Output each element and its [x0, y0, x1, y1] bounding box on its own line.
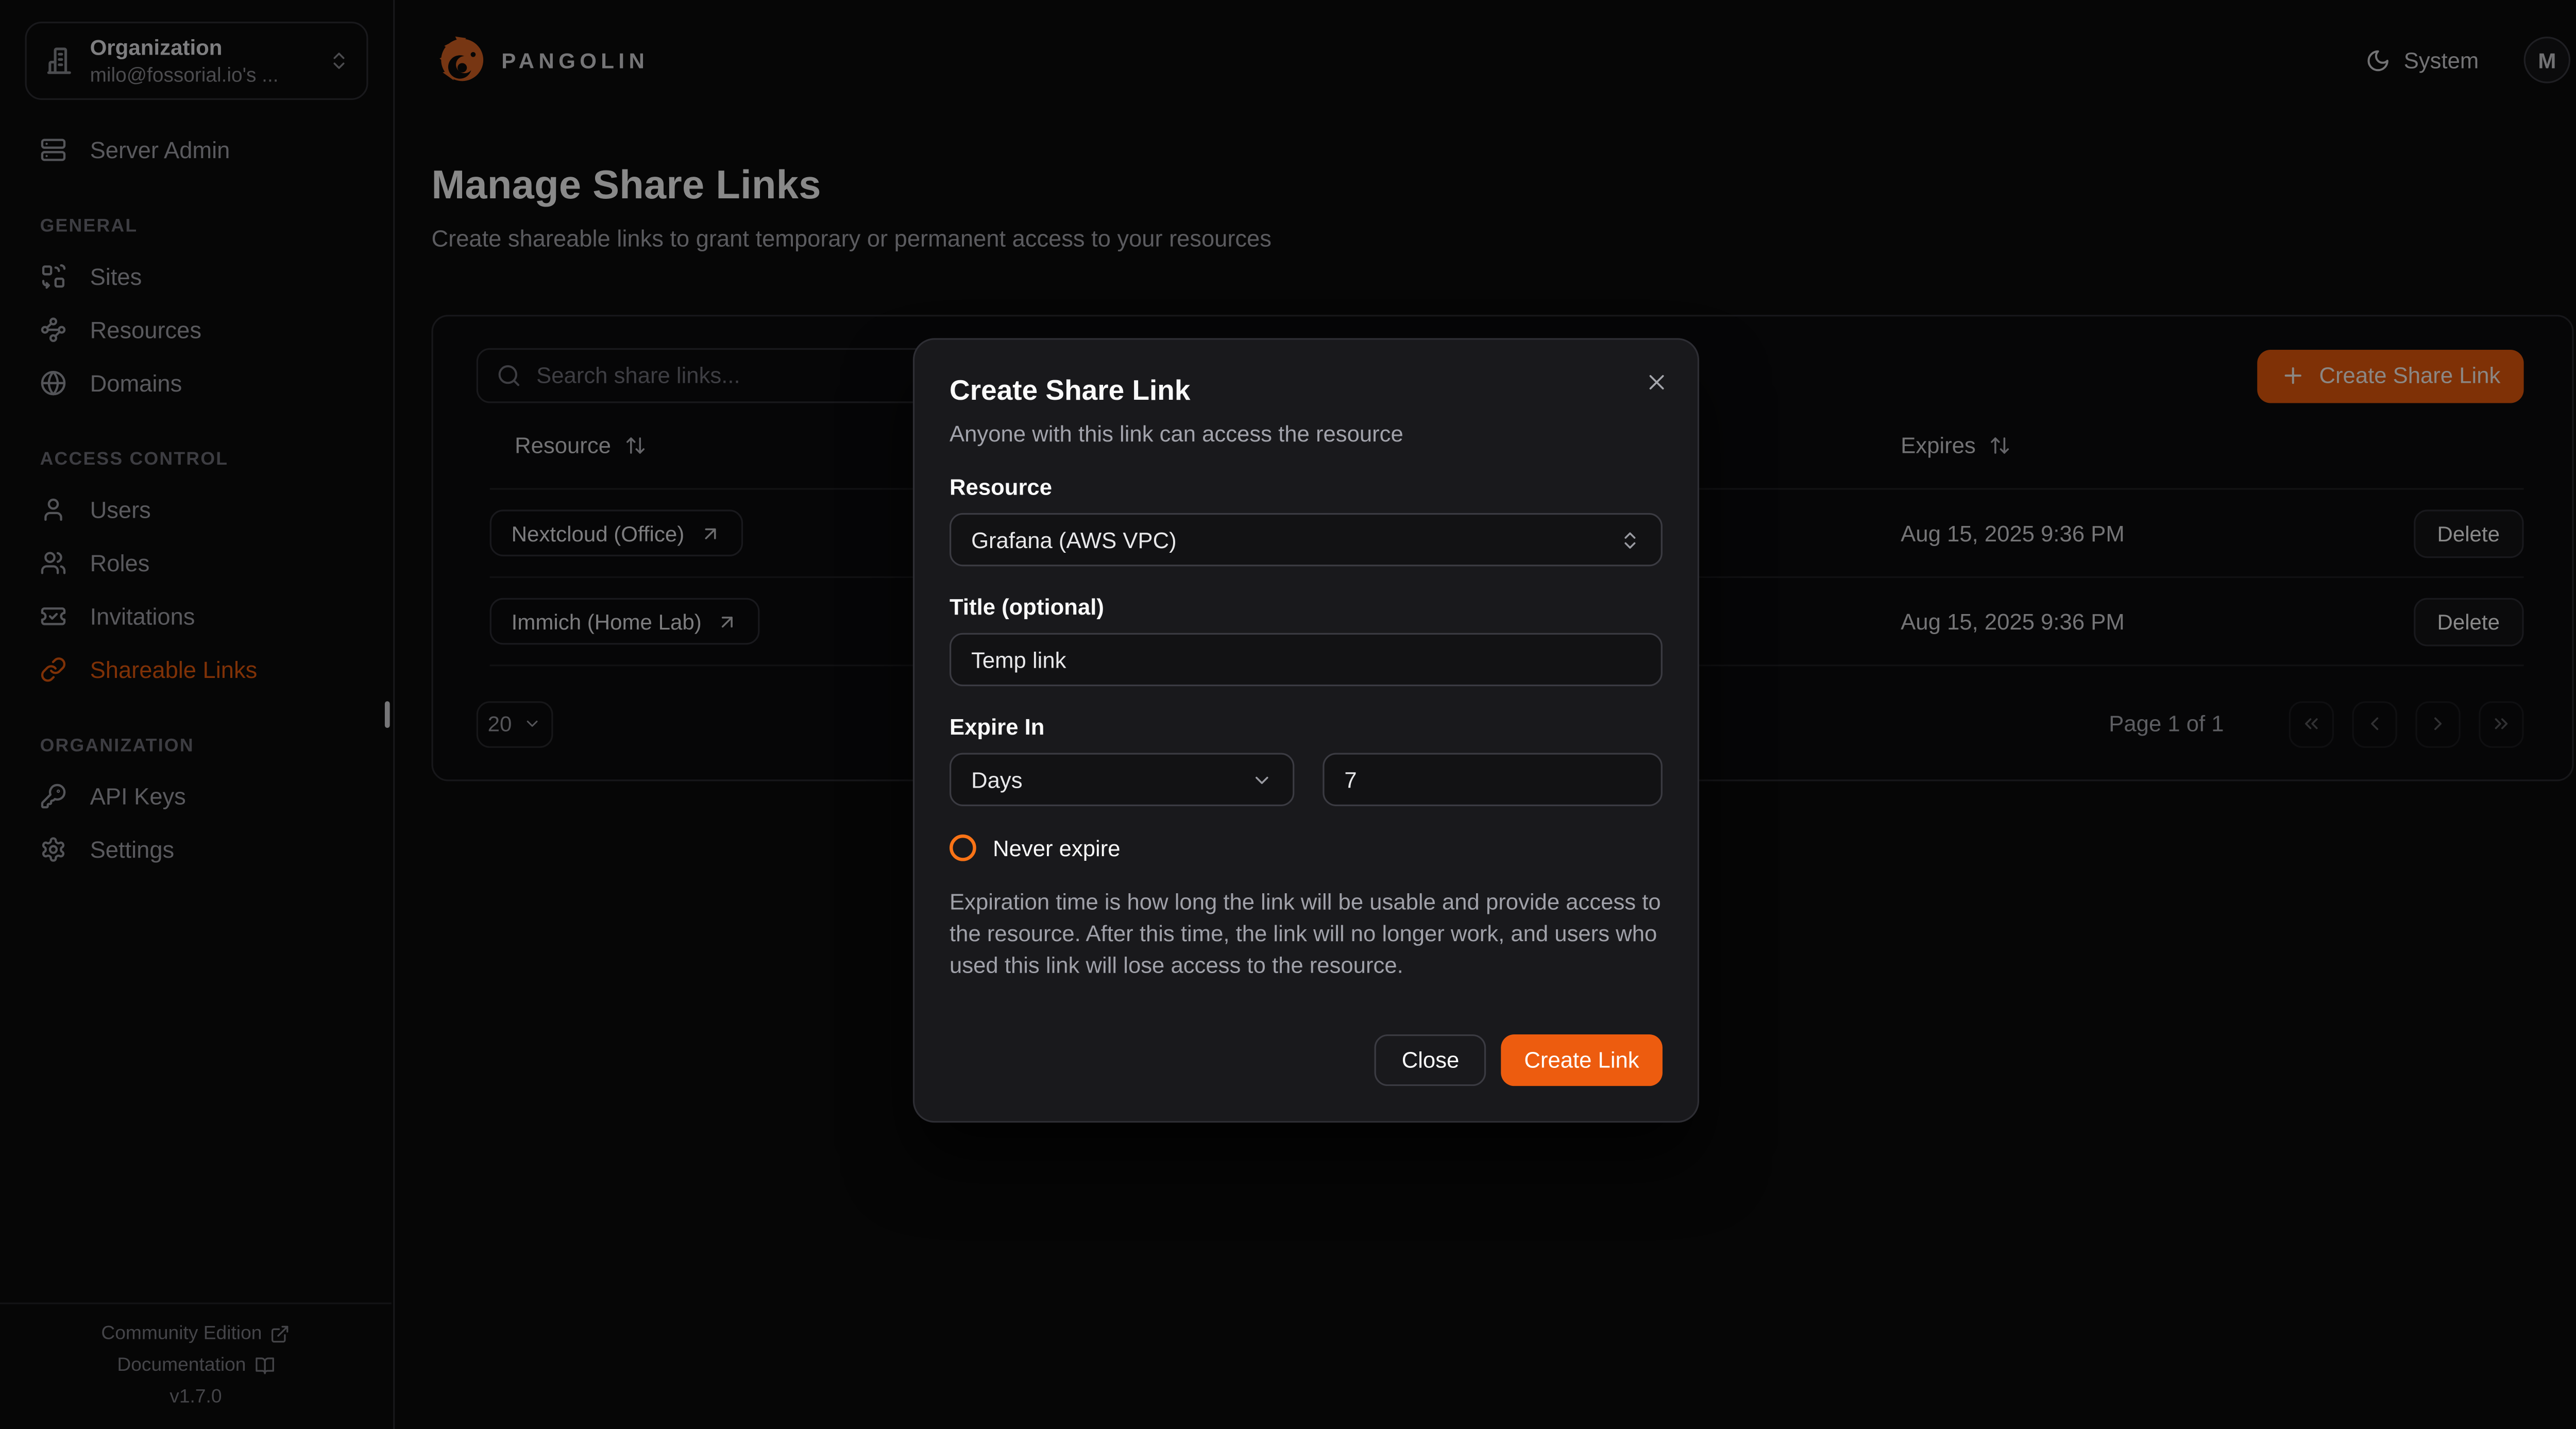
expire-unit-value: Days — [971, 767, 1022, 792]
title-label: Title (optional) — [950, 594, 1663, 620]
expire-value-wrap — [1323, 753, 1663, 806]
never-expire-label: Never expire — [993, 836, 1120, 861]
chevron-down-icon — [1251, 769, 1273, 790]
expiration-description: Expiration time is how long the link wil… — [950, 886, 1663, 982]
modal-subtitle: Anyone with this link can access the res… — [950, 421, 1663, 447]
chevrons-up-down-icon — [1619, 529, 1641, 551]
never-expire-checkbox[interactable] — [950, 835, 976, 861]
expire-value-input[interactable] — [1344, 767, 1641, 792]
close-icon[interactable] — [1639, 365, 1673, 398]
title-input[interactable] — [971, 647, 1641, 672]
modal-title: Create Share Link — [950, 375, 1663, 409]
resource-select-value: Grafana (AWS VPC) — [971, 527, 1177, 552]
expire-unit-select[interactable]: Days — [950, 753, 1294, 806]
app-root: Organization milo@fossorial.io's ... Ser… — [0, 0, 2576, 1429]
create-share-link-modal: Create Share Link Anyone with this link … — [913, 338, 1699, 1123]
never-expire-row[interactable]: Never expire — [950, 835, 1663, 861]
expire-in-label: Expire In — [950, 715, 1663, 740]
close-button[interactable]: Close — [1375, 1035, 1486, 1086]
resource-select[interactable]: Grafana (AWS VPC) — [950, 513, 1663, 566]
title-field-wrap — [950, 633, 1663, 686]
create-link-button[interactable]: Create Link — [1501, 1035, 1663, 1086]
resource-label: Resource — [950, 475, 1663, 500]
